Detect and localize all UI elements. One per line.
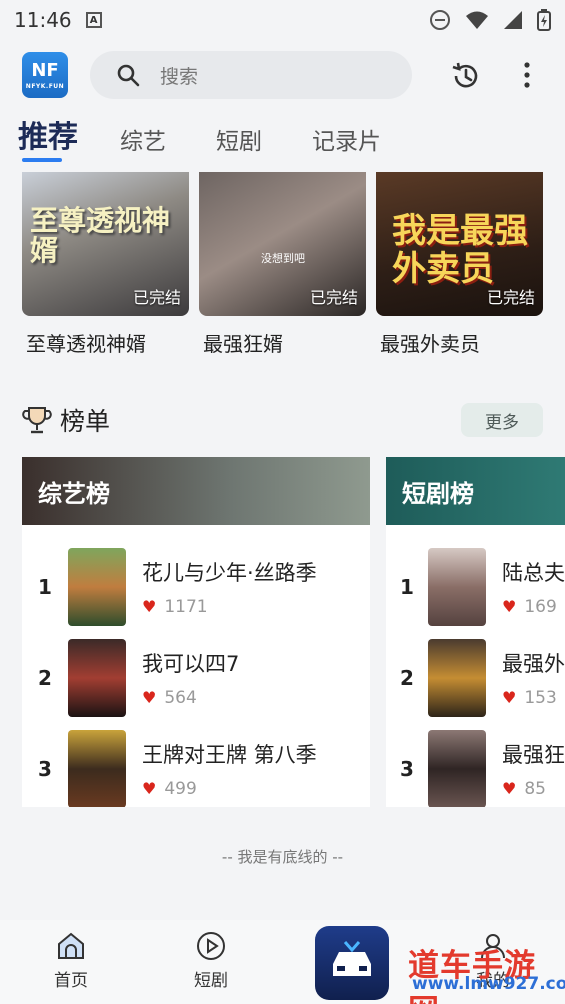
ranking-row[interactable]: 1 陆总夫 ♥ 169 (386, 541, 565, 632)
watermark-text: 道车手游网 (408, 948, 536, 1004)
search-placeholder: 搜索 (160, 65, 199, 88)
status-bar: 11:46 A (0, 0, 565, 40)
sim-icon: A (85, 12, 102, 28)
poster-caption: 至尊透视神婿 (30, 204, 171, 267)
card-title: 综艺榜 (22, 457, 370, 525)
app-logo[interactable]: NF NFYK.FUN (22, 52, 68, 98)
end-of-list-note: -- 我是有底线的 -- (221, 848, 344, 866)
status-badge: 已完结 (309, 288, 358, 307)
show-name: 我可以四7 (142, 651, 240, 676)
fire-icon: ♥ (502, 597, 517, 616)
short-drama-ranking-card: 短剧榜 1 陆总夫 ♥ 169 2 最强外 ♥ 153 3 最强狂 ♥ 85 (386, 457, 565, 807)
fire-icon: ♥ (142, 688, 157, 707)
show-thumbnail (428, 547, 486, 626)
do-not-disturb-icon (430, 10, 450, 30)
tab-documentary[interactable]: 记录片 (312, 122, 381, 164)
status-badge: 已完结 (486, 288, 535, 307)
more-vert-icon[interactable] (517, 60, 537, 90)
poster-card[interactable]: 没想到吧 已完结 最强狂婿 (199, 172, 366, 357)
ranking-row[interactable]: 2 我可以四7 ♥ 564 (22, 632, 370, 723)
fire-icon: ♥ (142, 779, 157, 798)
card-title: 短剧榜 (386, 457, 565, 525)
fire-icon: ♥ (502, 779, 517, 798)
watermark-logo (315, 926, 389, 1000)
nav-short-drama[interactable]: 短剧 (176, 930, 246, 991)
ranking-title: 榜单 (60, 407, 111, 436)
ranking-header: 榜单 更多 (22, 402, 543, 438)
search-input[interactable]: 搜索 (90, 51, 412, 99)
rank-number: 3 (400, 756, 414, 781)
show-name: 最强外 (502, 651, 565, 676)
rank-number: 3 (38, 756, 52, 781)
heat-count: 85 (524, 778, 546, 799)
status-badge: 已完结 (132, 288, 181, 307)
rank-number: 2 (400, 665, 414, 690)
nav-home-label: 首页 (54, 971, 88, 991)
top-header: NF NFYK.FUN 搜索 (0, 48, 565, 104)
category-tabs: 推荐 综艺 短剧 记录片 (18, 114, 431, 164)
search-icon (117, 64, 140, 87)
poster-title: 最强外卖员 (380, 332, 480, 356)
show-thumbnail (68, 547, 126, 626)
ranking-row[interactable]: 3 最强狂 ♥ 85 (386, 723, 565, 807)
status-time: 11:46 (14, 8, 72, 32)
battery-icon (537, 9, 551, 31)
poster-card[interactable]: 我是最强外卖员 已完结 最强外卖员 (376, 172, 543, 357)
trophy-icon (22, 407, 52, 434)
heat-count: 1171 (164, 596, 208, 617)
watermark-url: www.lmw927.com (412, 974, 565, 994)
tab-variety[interactable]: 综艺 (120, 122, 166, 164)
poster-card[interactable]: 至尊透视神婿 已完结 至尊透视神婿 (22, 172, 189, 357)
fire-icon: ♥ (502, 688, 517, 707)
show-name: 最强狂 (502, 742, 565, 767)
poster-image: 我是最强外卖员 已完结 (376, 172, 543, 316)
poster-row: 至尊透视神婿 已完结 至尊透视神婿 没想到吧 已完结 最强狂婿 我是最强外卖员 … (22, 172, 552, 357)
show-name: 陆总夫 (502, 560, 565, 585)
nav-short-label: 短剧 (194, 971, 228, 991)
show-thumbnail (68, 729, 126, 807)
history-icon[interactable] (450, 60, 482, 92)
logo-text: NF (31, 60, 59, 81)
nav-home[interactable]: 首页 (36, 930, 106, 991)
tab-recommend[interactable]: 推荐 (18, 112, 78, 164)
show-thumbnail (68, 638, 126, 717)
fire-icon: ♥ (142, 597, 157, 616)
rank-number: 1 (400, 574, 414, 599)
logo-subtext: NFYK.FUN (25, 83, 65, 90)
rank-number: 2 (38, 665, 52, 690)
heat-count: 499 (164, 778, 197, 799)
poster-image: 至尊透视神婿 已完结 (22, 172, 189, 316)
play-circle-icon (197, 932, 225, 960)
poster-image: 没想到吧 已完结 (199, 172, 366, 316)
ranking-row[interactable]: 3 王牌对王牌 第八季 ♥ 499 (22, 723, 370, 807)
home-icon (58, 932, 84, 959)
ranking-row[interactable]: 2 最强外 ♥ 153 (386, 632, 565, 723)
ranking-row[interactable]: 1 花儿与少年·丝路季 ♥ 1171 (22, 541, 370, 632)
poster-title: 最强狂婿 (203, 332, 283, 356)
show-thumbnail (428, 729, 486, 807)
variety-ranking-card: 综艺榜 1 花儿与少年·丝路季 ♥ 1171 2 我可以四7 ♥ 564 3 王牌对… (22, 457, 370, 807)
heat-count: 564 (164, 687, 197, 708)
heat-count: 169 (524, 596, 557, 617)
more-button[interactable]: 更多 (461, 403, 543, 437)
signal-icon (504, 11, 522, 29)
car-icon (333, 941, 371, 976)
wifi-icon (466, 11, 488, 29)
tab-short-drama[interactable]: 短剧 (216, 122, 262, 164)
heat-count: 153 (524, 687, 557, 708)
poster-title: 至尊透视神婿 (26, 332, 146, 356)
show-thumbnail (428, 638, 486, 717)
poster-caption: 我是最强外卖员 (392, 211, 528, 289)
show-name: 花儿与少年·丝路季 (142, 560, 317, 585)
rank-number: 1 (38, 574, 52, 599)
show-name: 王牌对王牌 第八季 (142, 742, 317, 767)
poster-caption: 没想到吧 (261, 252, 305, 265)
